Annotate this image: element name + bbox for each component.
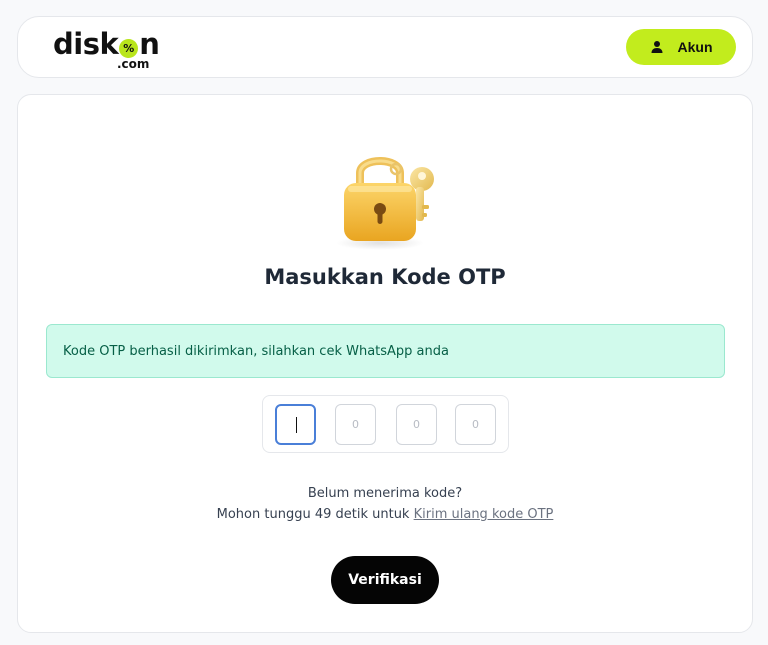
otp-digit-3[interactable] <box>396 404 437 445</box>
account-label: Akun <box>677 39 713 55</box>
verify-button[interactable]: Verifikasi <box>331 556 439 604</box>
page-title: Masukkan Kode OTP <box>264 265 506 289</box>
alert-message: Kode OTP berhasil dikirimkan, silahkan c… <box>63 343 449 359</box>
logo-percent-badge: % <box>119 39 139 58</box>
padlock-key-icon <box>336 157 434 250</box>
otp-input-group <box>262 395 509 453</box>
otp-digit-2[interactable] <box>335 404 376 445</box>
resend-question: Belum menerima kode? <box>307 486 463 501</box>
otp-digit-4[interactable] <box>455 404 496 445</box>
resend-countdown-text: Mohon tunggu 49 detik untuk <box>216 507 414 522</box>
resend-otp-link[interactable]: Kirim ulang kode OTP <box>414 507 554 522</box>
success-alert: Kode OTP berhasil dikirimkan, silahkan c… <box>46 324 725 378</box>
account-button[interactable]: Akun <box>626 29 736 65</box>
top-header: disk% n .com Akun <box>17 16 753 78</box>
logo-domain: .com <box>117 57 150 71</box>
diskon-logo[interactable]: disk% n .com <box>53 26 163 72</box>
resend-countdown: Mohon tunggu 49 detik untuk Kirim ulang … <box>18 507 752 522</box>
otp-card: Masukkan Kode OTP Kode OTP berhasil diki… <box>17 94 753 633</box>
person-icon <box>651 41 662 53</box>
text-caret <box>296 417 297 433</box>
